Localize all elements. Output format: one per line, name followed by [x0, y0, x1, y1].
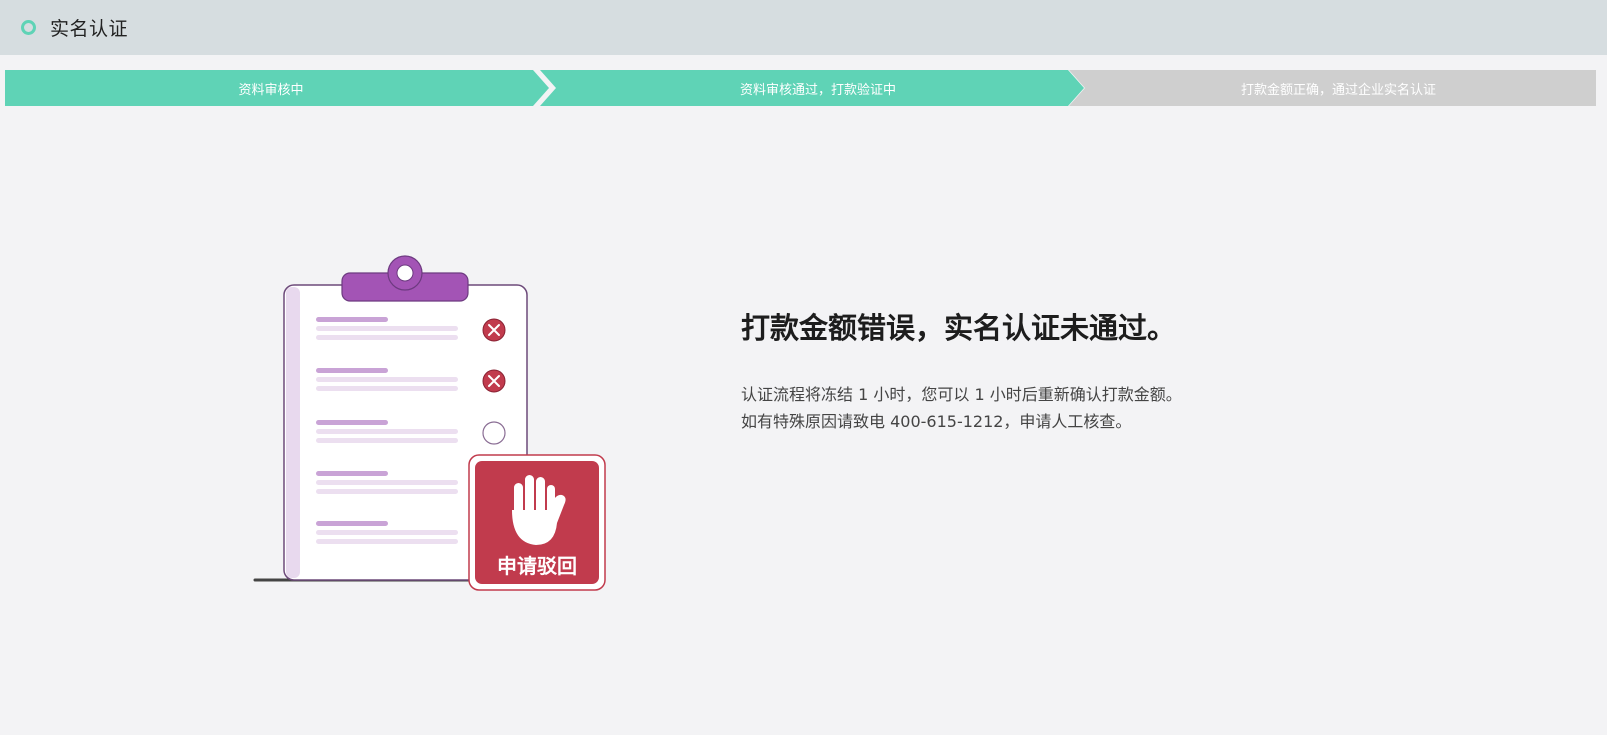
page-title: 实名认证 — [50, 18, 129, 40]
step-3: 打款金额正确，通过企业实名认证 — [1069, 70, 1596, 106]
badge-text: 申请驳回 — [497, 554, 577, 578]
result-description-line-1: 认证流程将冻结 1 小时，您可以 1 小时后重新确认打款金额。 — [741, 385, 1182, 404]
step-3-label: 打款金额正确，通过企业实名认证 — [1240, 82, 1436, 98]
page-header: 实名认证 — [0, 0, 1607, 55]
result-title: 打款金额错误，实名认证未通过。 — [741, 311, 1177, 345]
step-1-label: 资料审核中 — [238, 82, 304, 98]
rejected-clipboard-illustration: 申请驳回 — [253, 255, 606, 591]
progress-steps: 资料审核中 资料审核通过，打款验证中 打款金额正确，通过企业实名认证 — [5, 70, 1596, 106]
step-2-label: 资料审核通过，打款验证中 — [739, 82, 896, 98]
step-1: 资料审核中 — [5, 70, 549, 106]
circle-icon — [21, 20, 36, 35]
result-description-line-2: 如有特殊原因请致电 400-615-1212，申请人工核查。 — [741, 412, 1132, 431]
step-2: 资料审核通过，打款验证中 — [540, 70, 1084, 106]
reject-badge: 申请驳回 — [468, 454, 606, 591]
